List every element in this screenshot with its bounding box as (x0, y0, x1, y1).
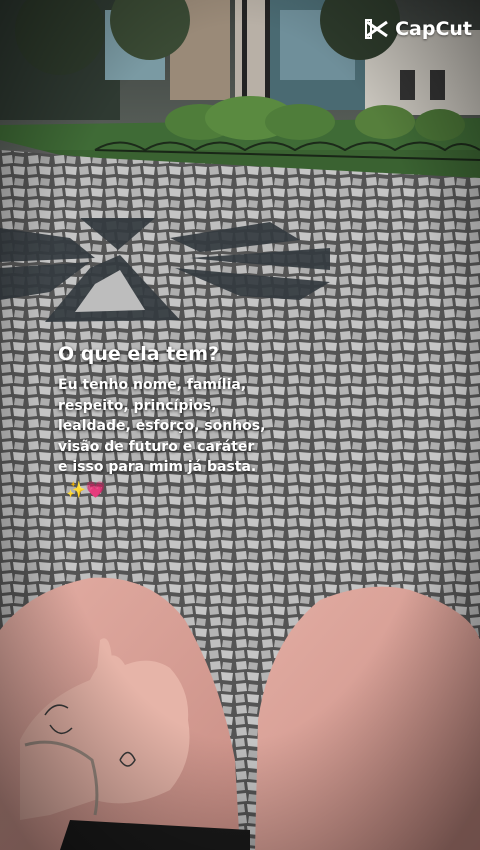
capcut-brand-text: CapCut (395, 18, 472, 40)
video-frame: CapCut O que ela tem? Eu tenho nome, fam… (0, 0, 480, 850)
caption-line: lealdade, esforço, sonhos, (58, 418, 266, 434)
caption-title: O que ela tem? (58, 343, 220, 365)
caption-line: visão de futuro e caráter (58, 438, 255, 455)
caption-line: e isso para mim já basta. (58, 459, 257, 475)
overlay-caption: O que ela tem? Eu tenho nome, família, r… (58, 343, 458, 478)
caption-line: Eu tenho nome, família, (58, 377, 247, 393)
capcut-logo-icon (365, 19, 388, 39)
capcut-watermark: CapCut (365, 18, 472, 40)
sparkle-heart-emoji: ✨💗 (66, 480, 106, 499)
caption-line: respeito, princípios, (58, 397, 217, 414)
